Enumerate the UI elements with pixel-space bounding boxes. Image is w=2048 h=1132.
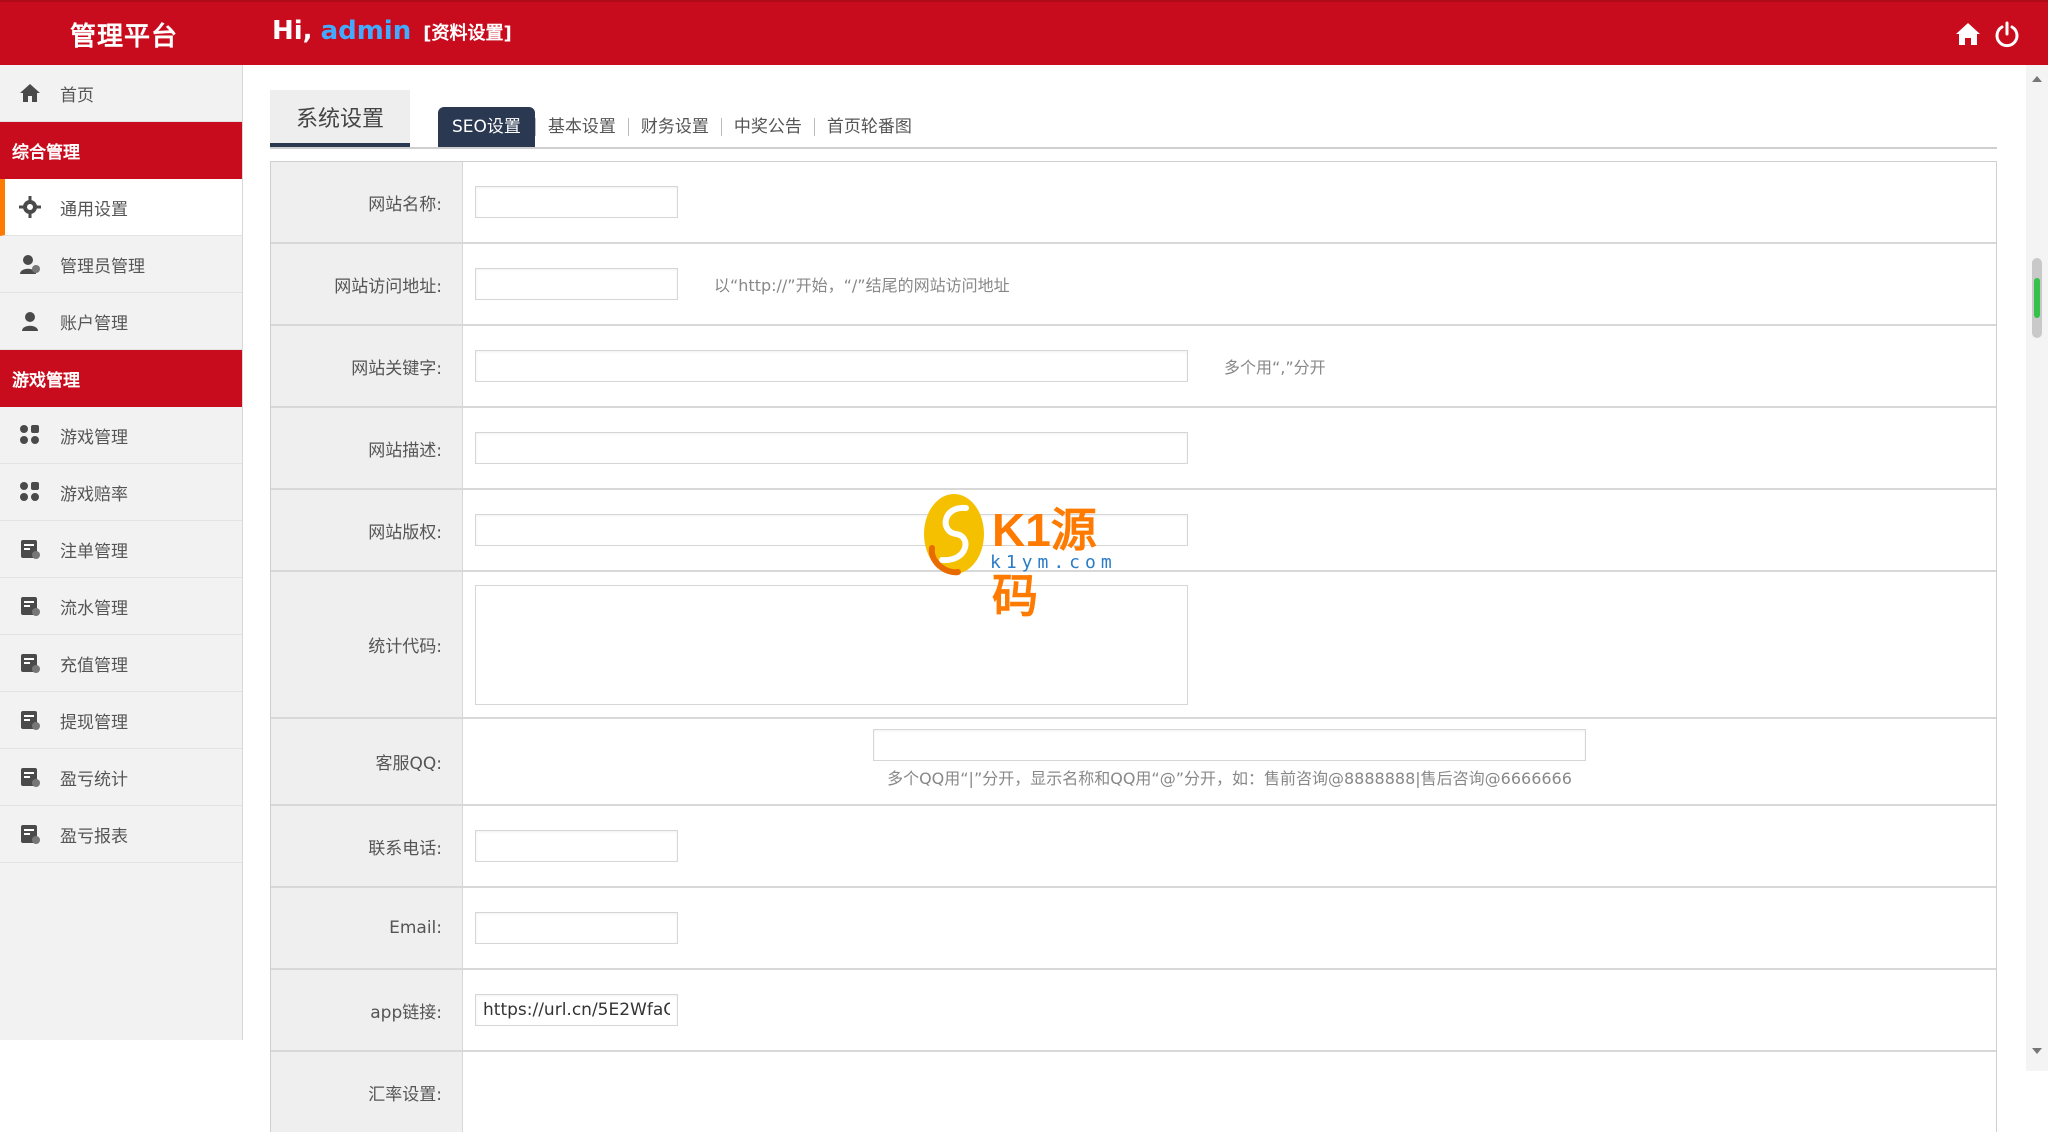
tab-seo[interactable]: SEO设置: [438, 107, 535, 147]
form-row-copyright: 网站版权:: [271, 490, 1996, 572]
grid-icon: [16, 421, 44, 449]
phone-input[interactable]: [475, 830, 678, 862]
description-label: 网站描述:: [271, 408, 463, 488]
sidebar-footer: [0, 1040, 310, 1071]
form-row-stats-code: 统计代码:: [271, 572, 1996, 719]
service-qq-label: 客服QQ:: [271, 719, 463, 804]
app-link-label: app链接:: [271, 970, 463, 1050]
scroll-up-arrow-icon[interactable]: [2031, 73, 2043, 85]
ledger-icon: [16, 706, 44, 734]
scroll-down-arrow-icon[interactable]: [2031, 1045, 2043, 1057]
admin-users-icon: [16, 250, 44, 278]
tabs-bar: 系统设置 SEO设置 基本设置 财务设置 中奖公告 首页轮番图: [270, 90, 1997, 149]
tab-finance[interactable]: 财务设置: [629, 107, 721, 147]
sidebar-item-label: 注单管理: [60, 541, 128, 562]
site-name-label: 网站名称:: [271, 162, 463, 242]
sidebar-item-label: 游戏管理: [60, 427, 128, 448]
greeting-hi: Hi,: [272, 16, 313, 46]
sidebar-item-game-odds[interactable]: 游戏赔率: [0, 464, 242, 521]
sidebar-item-label: 通用设置: [60, 199, 128, 220]
vertical-scrollbar[interactable]: [2026, 65, 2048, 1071]
tab-basic[interactable]: 基本设置: [536, 107, 628, 147]
sidebar-item-label: 管理员管理: [60, 256, 145, 277]
phone-label: 联系电话:: [271, 806, 463, 886]
sidebar-item-label: 提现管理: [60, 712, 128, 733]
ledger-icon: [16, 592, 44, 620]
username: admin: [320, 16, 412, 46]
site-url-label: 网站访问地址:: [271, 244, 463, 324]
ledger-icon: [16, 535, 44, 563]
form-row-phone: 联系电话:: [271, 806, 1996, 888]
gear-icon: [16, 193, 44, 221]
form-row-email: Email:: [271, 888, 1996, 970]
watermark-url: k1ym.com: [990, 552, 1117, 573]
sidebar-item-flow[interactable]: 流水管理: [0, 578, 242, 635]
profile-settings-link[interactable]: [资料设置]: [423, 23, 511, 44]
form-row-exchange: 汇率设置:: [271, 1052, 1996, 1132]
keywords-input[interactable]: [475, 350, 1188, 382]
sidebar-item-withdraw[interactable]: 提现管理: [0, 692, 242, 749]
home-icon: [16, 79, 44, 107]
ledger-icon: [16, 763, 44, 791]
sidebar-item-label: 首页: [60, 85, 94, 106]
copyright-label: 网站版权:: [271, 490, 463, 570]
exchange-label: 汇率设置:: [271, 1052, 463, 1132]
sidebar-group-general[interactable]: 综合管理: [0, 122, 242, 179]
sidebar-item-label: 流水管理: [60, 598, 128, 619]
brand-title: 管理平台: [70, 22, 179, 52]
sidebar-item-label: 盈亏统计: [60, 769, 128, 790]
keywords-label: 网站关键字:: [271, 326, 463, 406]
form-row-app-link: app链接:: [271, 970, 1996, 1052]
sidebar-item-profit-stats[interactable]: 盈亏统计: [0, 749, 242, 806]
site-url-input[interactable]: [475, 268, 678, 300]
scrollbar-thumb-accent: [2034, 278, 2040, 318]
section-title: 系统设置: [270, 90, 410, 147]
sidebar-item-general-settings[interactable]: 通用设置: [0, 179, 242, 236]
watermark-logo: K1源码 k1ym.com: [922, 492, 1132, 622]
tab-home-carousel[interactable]: 首页轮番图: [815, 107, 924, 147]
site-url-hint: 以“http://”开始，“/”结尾的网站访问地址: [714, 276, 1010, 295]
app-link-input[interactable]: [475, 994, 678, 1026]
keywords-hint: 多个用“,”分开: [1224, 358, 1326, 377]
form-row-keywords: 网站关键字: 多个用“,”分开: [271, 326, 1996, 408]
ledger-icon: [16, 820, 44, 848]
grid-icon: [16, 478, 44, 506]
sidebar-item-recharge[interactable]: 充值管理: [0, 635, 242, 692]
user-icon: [16, 307, 44, 335]
seo-settings-form: 网站名称: 网站访问地址: 以“http://”开始，“/”结尾的网站访问地址 …: [270, 161, 1997, 1132]
sidebar-item-label: 账户管理: [60, 313, 128, 334]
email-label: Email:: [271, 888, 463, 968]
form-row-site-url: 网站访问地址: 以“http://”开始，“/”结尾的网站访问地址: [271, 244, 1996, 326]
service-qq-hint: 多个QQ用“|”分开，显示名称和QQ用“@”分开，如：售前咨询@8888888|…: [887, 769, 1572, 788]
description-input[interactable]: [475, 432, 1188, 464]
form-row-service-qq: 客服QQ: 多个QQ用“|”分开，显示名称和QQ用“@”分开，如：售前咨询@88…: [271, 719, 1996, 806]
sidebar-item-label: 盈亏报表: [60, 826, 128, 847]
sidebar-group-games[interactable]: 游戏管理: [0, 350, 242, 407]
tab-winning-notice[interactable]: 中奖公告: [722, 107, 814, 147]
power-icon[interactable]: [1993, 20, 2021, 48]
form-row-site-name: 网站名称:: [271, 162, 1996, 244]
service-qq-input[interactable]: [873, 729, 1586, 761]
sidebar-item-label: 游戏赔率: [60, 484, 128, 505]
sidebar-item-bets[interactable]: 注单管理: [0, 521, 242, 578]
stats-code-label: 统计代码:: [271, 572, 463, 717]
sidebar-item-label: 充值管理: [60, 655, 128, 676]
sidebar-item-game-management[interactable]: 游戏管理: [0, 407, 242, 464]
sidebar-item-admin-management[interactable]: 管理员管理: [0, 236, 242, 293]
sidebar-item-account-management[interactable]: 账户管理: [0, 293, 242, 350]
home-icon[interactable]: [1954, 20, 1982, 48]
sidebar-item-profit-report[interactable]: 盈亏报表: [0, 806, 242, 863]
subtabs: SEO设置 基本设置 财务设置 中奖公告 首页轮番图: [438, 107, 924, 147]
sidebar-item-home[interactable]: 首页: [0, 65, 242, 122]
greeting: Hi, admin [资料设置]: [272, 16, 512, 46]
main-content: 系统设置 SEO设置 基本设置 财务设置 中奖公告 首页轮番图 网站名称: 网站…: [270, 90, 1997, 1132]
site-name-input[interactable]: [475, 186, 678, 218]
top-header: 管理平台 Hi, admin [资料设置]: [0, 0, 2048, 65]
email-input[interactable]: [475, 912, 678, 944]
form-row-description: 网站描述:: [271, 408, 1996, 490]
ledger-icon: [16, 649, 44, 677]
sidebar: 首页 综合管理 通用设置 管理员管理 账户管理 游戏管理 游戏管理 游戏赔率 注…: [0, 65, 243, 1040]
